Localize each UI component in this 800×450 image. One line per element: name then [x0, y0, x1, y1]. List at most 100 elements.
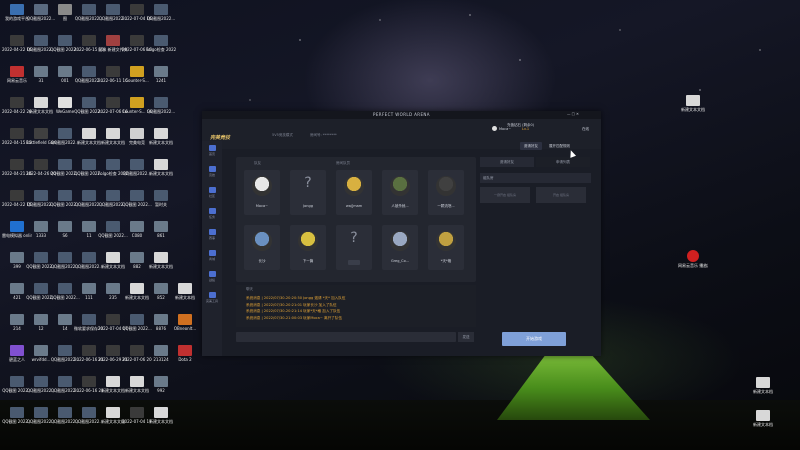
desktop-icon[interactable]: 新建文本文档 [146, 252, 176, 269]
file-thumbnail-icon [58, 314, 72, 325]
desktop-icon[interactable]: QQ截图2022... [146, 4, 176, 21]
sidebar-item[interactable]: 首页 [205, 145, 219, 156]
status-label[interactable]: 在线 [582, 127, 589, 132]
file-thumbnail-icon [154, 159, 168, 170]
sidebar-item-label: 完美工具 [205, 299, 218, 303]
desktop-icon[interactable]: 861 [146, 221, 176, 238]
tab-invite-friends[interactable]: 邀请好友 [480, 157, 534, 167]
file-thumbnail-icon [130, 97, 144, 108]
sidebar-item[interactable]: 赛事 [205, 229, 219, 240]
player-slot[interactable]: 人被杀就... [382, 170, 418, 215]
sidebar-item[interactable]: 战绩 [205, 271, 219, 282]
mode-select[interactable]: 5V5竞技模式 [272, 133, 293, 138]
sidebar-item[interactable]: 完美工具 [205, 292, 219, 303]
room-select[interactable]: 房间号: ******** [310, 133, 337, 138]
file-thumbnail-icon [130, 35, 144, 46]
file-thumbnail-icon [10, 66, 24, 77]
tab-apply-list[interactable]: 申请列表 [536, 157, 590, 167]
desktop-icon[interactable]: 新建文本文档 [678, 95, 708, 112]
file-thumbnail-icon [154, 252, 168, 263]
sidebar-item-label: 竞技 [208, 173, 215, 177]
file-thumbnail-icon [154, 66, 168, 77]
desktop-icon[interactable]: 暂时关 [146, 190, 176, 207]
file-thumbnail-icon [34, 159, 48, 170]
file-thumbnail-icon [106, 66, 120, 77]
desktop-icon[interactable]: QQ截图2022... [146, 97, 176, 114]
desktop-icon[interactable]: 新建文本文档 [146, 159, 176, 176]
desktop-icon[interactable]: Folgo检查 2022... [146, 35, 176, 52]
player-avatar [298, 231, 318, 251]
desktop-icon[interactable]: 网易云音乐 播放器 [678, 250, 708, 268]
empty-slot-tag [348, 260, 360, 265]
desktop-icon[interactable]: 新建文本文档 [146, 407, 176, 424]
file-thumbnail-icon [106, 376, 120, 387]
file-thumbnail-icon [10, 159, 24, 170]
player-name: 一颗流氓... [437, 204, 455, 208]
desktop-icon[interactable]: 新建文本文档 [146, 128, 176, 145]
file-thumbnail-icon [10, 376, 24, 387]
invite-friend-button[interactable]: 邀请好友 [520, 142, 542, 150]
file-thumbnail-icon [130, 159, 144, 170]
file-thumbnail-icon [10, 314, 24, 325]
file-thumbnail-icon [106, 221, 120, 232]
start-game-button[interactable]: 开始游戏 [502, 332, 566, 346]
player-slot[interactable]: waj[mam [336, 170, 372, 215]
player-slot[interactable]: Greg_Co... [382, 225, 418, 270]
sidebar-item[interactable]: 社区 [205, 187, 219, 198]
window-controls[interactable]: — □ ✕ [567, 112, 579, 116]
desktop-icon[interactable]: 新建文本档 [748, 410, 778, 427]
file-thumbnail-icon [10, 345, 24, 356]
desktop-icon[interactable]: OBneonlt... [170, 314, 200, 331]
desktop-icon[interactable]: 新建文本档 [170, 283, 200, 300]
file-thumbnail-icon [106, 345, 120, 356]
chat-input[interactable] [236, 332, 456, 342]
username[interactable]: Moca~ [499, 127, 511, 131]
open-team-room-auto-button[interactable]: 一键开启 组队房 [480, 187, 530, 203]
sidebar-item[interactable]: 竞技 [205, 166, 219, 177]
file-thumbnail-icon [82, 345, 96, 356]
avatar[interactable] [492, 126, 497, 132]
desktop-icon-label: 新建文本文档 [149, 140, 173, 145]
window-title: PERFECT WORLD ARENA [202, 111, 601, 119]
nav-icon [208, 292, 216, 298]
desktop-icon-label: 新建文本档 [753, 389, 773, 394]
file-thumbnail-icon [154, 376, 168, 387]
player-name: 人被杀就... [391, 204, 409, 208]
desktop-icon-label: QQ截图2022... [146, 109, 176, 114]
sidebar-item[interactable]: 商城 [205, 250, 219, 261]
desktop-icon[interactable]: Dota 2 [170, 345, 200, 362]
open-team-room-button[interactable]: 开启 组队房 [536, 187, 586, 203]
desktop-icon-label: 1241 [155, 78, 167, 83]
player-slot[interactable]: *天*格 [428, 225, 464, 270]
send-button[interactable]: 发送 [458, 332, 474, 342]
file-thumbnail-icon [34, 221, 48, 232]
desktop-icon[interactable]: 992 [146, 376, 176, 393]
sidebar-item-label: 社区 [208, 194, 215, 198]
file-thumbnail-icon [58, 190, 72, 201]
desktop-icon[interactable]: 新建文本档 [748, 377, 778, 394]
file-thumbnail-icon [106, 190, 120, 201]
player-slot[interactable]: 下一篇 [290, 225, 326, 270]
desktop-icon-label: 新建文本档 [175, 295, 195, 300]
player-name: 长沙 [258, 259, 266, 263]
team-room-field[interactable]: 组队房 [480, 173, 591, 183]
file-thumbnail-icon [130, 221, 144, 232]
nav-icon [208, 229, 216, 235]
file-thumbnail-icon [154, 345, 168, 356]
player-slot[interactable]: 一颗流氓... [428, 170, 464, 215]
file-thumbnail-icon [130, 4, 144, 15]
right-panel: 邀请好友 申请列表 组队房 一键开启 组队房 开启 组队房 [480, 157, 591, 282]
match-rules-button[interactable]: 展开匹配规则 [545, 142, 574, 150]
player-slot[interactable]: Moca~ [244, 170, 280, 215]
player-avatar [436, 231, 456, 251]
file-thumbnail-icon [106, 97, 120, 108]
player-slot[interactable]: ? Jongg [290, 170, 326, 215]
file-thumbnail-icon [82, 35, 96, 46]
sidebar-item-label: 任务 [208, 215, 215, 219]
sidebar-item[interactable]: 任务 [205, 208, 219, 219]
desktop-icon[interactable]: 1241 [146, 66, 176, 83]
file-thumbnail-icon [10, 4, 24, 15]
file-thumbnail-icon [82, 190, 96, 201]
player-slot[interactable]: 长沙 [244, 225, 280, 270]
player-slot[interactable]: ? [336, 225, 372, 270]
